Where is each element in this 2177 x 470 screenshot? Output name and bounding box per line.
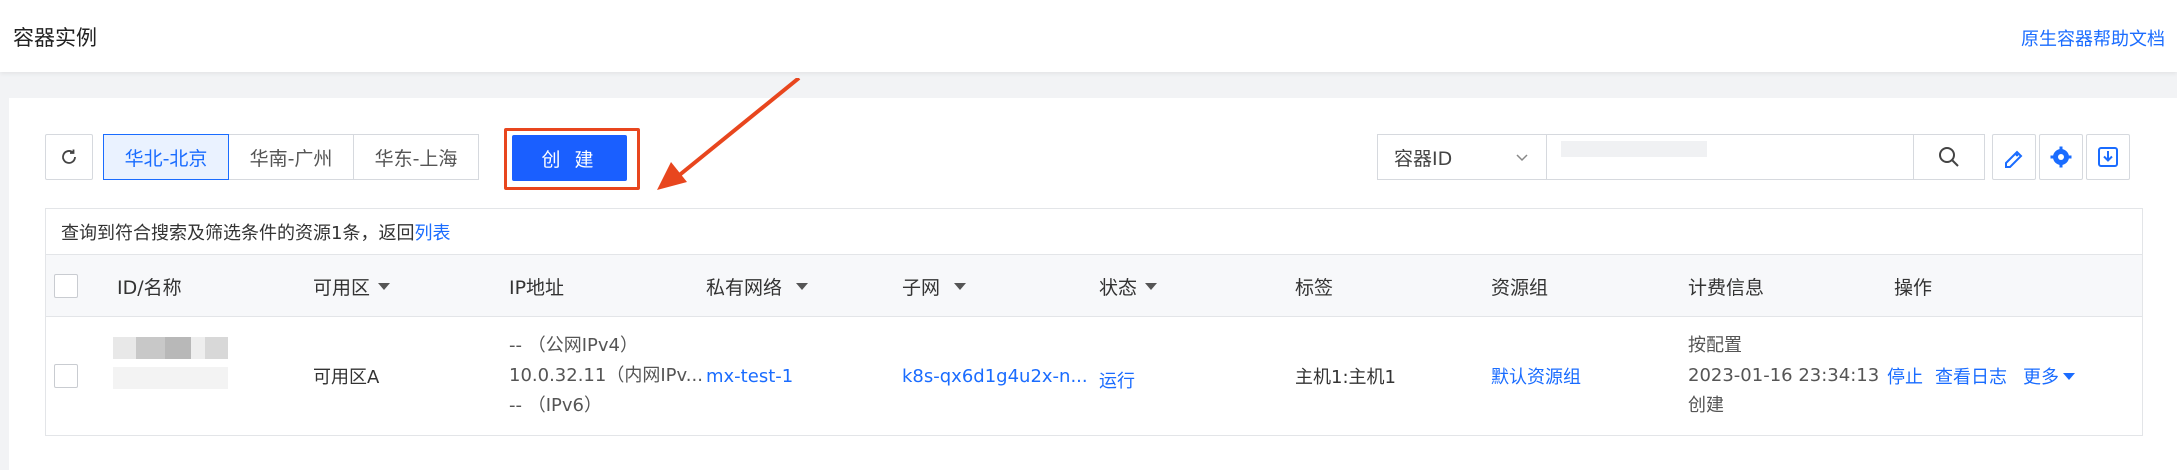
col-label: 状态	[1099, 276, 1138, 299]
status-badge[interactable]: 运行	[1099, 321, 1135, 439]
table-row: 可用区A -- （公网IPv4） 10.0.32.11（内网IPv... -- …	[46, 317, 2142, 435]
billing-mode: 按配置	[1688, 335, 1742, 356]
subnet-link[interactable]: k8s-qx6d1g4u2x-n...	[902, 317, 1088, 435]
vpc-link[interactable]: mx-test-1	[706, 317, 793, 435]
search-input[interactable]	[1546, 134, 1914, 180]
main-panel: 华北-北京 华南-广州 华东-上海 创 建 容器ID 查询到符合搜索及筛选条件的…	[9, 78, 2177, 470]
search-summary: 查询到符合搜索及筛选条件的资源1条，返回 列表	[46, 209, 2142, 255]
chevron-down-icon	[1516, 154, 1528, 162]
filter-caret-icon	[378, 282, 391, 290]
search-field-label: 容器ID	[1394, 147, 1453, 170]
more-actions-dropdown[interactable]: 更多	[2023, 363, 2075, 389]
region-tab-shanghai[interactable]: 华东-上海	[353, 134, 479, 180]
ip-public: -- （公网IPv4）	[509, 335, 638, 356]
col-label: 操作	[1894, 276, 1933, 299]
resource-group-link[interactable]: 默认资源组	[1491, 317, 1581, 435]
col-resource-group: 资源组	[1491, 255, 1548, 317]
blurred-id	[113, 337, 228, 359]
top-bar: 容器实例 原生容器帮助文档	[0, 0, 2177, 72]
ip-v6: -- （IPv6）	[509, 395, 602, 416]
download-button[interactable]	[2086, 134, 2130, 180]
col-label: 子网	[902, 276, 941, 299]
col-label: IP地址	[509, 276, 565, 299]
search-field-select[interactable]: 容器ID	[1377, 134, 1547, 180]
col-zone[interactable]: 可用区	[313, 255, 391, 317]
col-status[interactable]: 状态	[1099, 255, 1158, 317]
redacted-id-name	[113, 317, 228, 435]
col-label: ID/名称	[117, 276, 182, 299]
blurred-name	[113, 367, 228, 389]
tag-edit-icon	[2005, 150, 2023, 168]
billing-suffix: 创建	[1688, 395, 1724, 416]
more-label: 更多	[2023, 367, 2059, 388]
refresh-icon	[62, 149, 76, 164]
ip-private: 10.0.32.11（内网IPv...	[509, 365, 703, 386]
instance-table: 查询到符合搜索及筛选条件的资源1条，返回 列表 ID/名称 可用区 IP地址 私…	[45, 208, 2143, 436]
view-logs-action[interactable]: 查看日志	[1935, 363, 2007, 389]
col-label: 可用区	[313, 276, 371, 299]
refresh-button[interactable]	[45, 134, 93, 180]
gear-icon	[2050, 146, 2072, 168]
caret-down-icon	[2063, 372, 2075, 380]
region-tabs: 华北-北京 华南-广州 华东-上海	[103, 134, 479, 180]
redacted-search-value	[1561, 141, 1707, 157]
tags-cell: 主机1:主机1	[1295, 367, 1396, 388]
filter-caret-icon	[954, 282, 967, 290]
col-label: 资源组	[1491, 276, 1549, 299]
annotation-arrow-icon	[657, 78, 801, 190]
col-billing: 计费信息	[1688, 255, 1764, 317]
col-subnet[interactable]: 子网	[902, 255, 967, 317]
summary-text: 查询到符合搜索及筛选条件的资源1条，返回	[61, 222, 415, 244]
back-to-list-link[interactable]: 列表	[414, 219, 450, 245]
page-title: 容器实例	[13, 26, 97, 50]
col-actions: 操作	[1894, 255, 1932, 317]
ip-cell: -- （公网IPv4） 10.0.32.11（内网IPv... -- （IPv6…	[509, 317, 703, 435]
table-header: ID/名称 可用区 IP地址 私有网络 子网 状态 标签 资源组 计费信息 操作	[46, 255, 2142, 317]
billing-time: 2023-01-16 23:34:13	[1688, 365, 1880, 386]
search-button[interactable]	[1913, 134, 1985, 180]
select-all-cell	[54, 255, 78, 317]
filter-caret-icon	[1145, 282, 1158, 290]
col-ip: IP地址	[509, 255, 564, 317]
col-label: 私有网络	[706, 276, 783, 299]
col-tags: 标签	[1295, 255, 1333, 317]
stop-action[interactable]: 停止	[1887, 363, 1923, 389]
region-tab-guangzhou[interactable]: 华南-广州	[228, 134, 354, 180]
row-select-cell	[54, 317, 78, 435]
zone-cell: 可用区A	[313, 367, 380, 388]
col-label: 计费信息	[1688, 276, 1765, 299]
select-all-checkbox[interactable]	[54, 274, 78, 298]
region-tab-beijing[interactable]: 华北-北京	[103, 134, 229, 180]
create-button[interactable]: 创 建	[512, 135, 627, 181]
help-doc-link[interactable]: 原生容器帮助文档	[2021, 25, 2165, 51]
col-id-name: ID/名称	[117, 255, 182, 317]
actions-cell: 停止 查看日志 更多	[1887, 317, 2075, 435]
col-label: 标签	[1295, 276, 1334, 299]
col-vpc[interactable]: 私有网络	[706, 255, 809, 317]
billing-cell: 按配置 2023-01-16 23:34:13 创建	[1688, 317, 1879, 435]
settings-button[interactable]	[2039, 134, 2083, 180]
edit-tags-button[interactable]	[1992, 134, 2036, 180]
filter-caret-icon	[796, 282, 809, 290]
row-checkbox[interactable]	[54, 364, 78, 388]
search-icon	[1939, 147, 1959, 167]
download-icon	[2098, 147, 2118, 167]
